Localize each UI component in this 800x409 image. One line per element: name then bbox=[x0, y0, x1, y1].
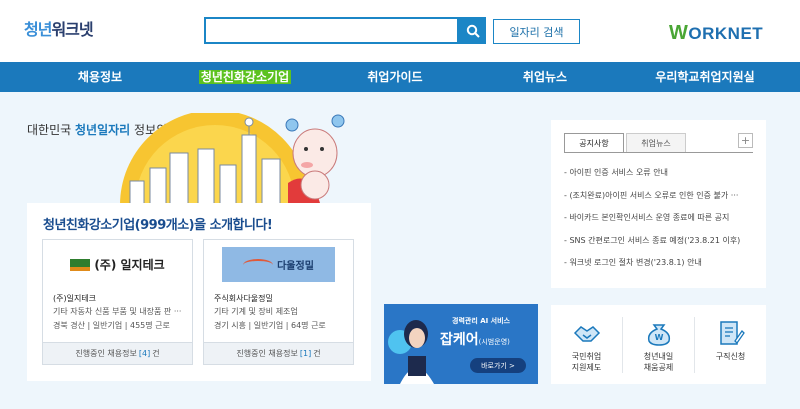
banner-go-button[interactable]: 바로가기 > bbox=[470, 358, 526, 373]
company-name: (주)일지테크 bbox=[53, 294, 97, 303]
worknet-logo[interactable]: WORKNET bbox=[669, 22, 763, 45]
company-logo-text: (주) 일지테크 bbox=[94, 258, 165, 272]
banner-title-text: 잡케어 bbox=[440, 332, 479, 348]
nav-item-label: 채용정보 bbox=[77, 70, 123, 84]
nav-item-label: 우리학교취업지원실 bbox=[655, 70, 755, 84]
company-industry: 기타 기계 및 장비 제조업 bbox=[214, 307, 298, 316]
search-button[interactable] bbox=[459, 17, 486, 44]
job-count: [1] bbox=[299, 349, 312, 358]
notice-item-text: SNS 간편로그인 서비스 종료 예정('23.8.21 이후) bbox=[569, 236, 741, 245]
notice-item[interactable]: - 아이핀 인증 서비스 오류 안내 bbox=[564, 167, 756, 178]
tab-job-news[interactable]: 취업뉴스 bbox=[626, 133, 686, 153]
company-meta: 경북 경산 | 일반기업 | 455명 근로 bbox=[53, 321, 170, 330]
tab-divider bbox=[564, 152, 753, 153]
nav-item-jobs[interactable]: 채용정보 bbox=[60, 62, 140, 92]
nav-item-school-support[interactable]: 우리학교취업지원실 bbox=[630, 62, 780, 92]
search-icon bbox=[466, 24, 480, 38]
banner-subtitle: 경력관리 AI 서비스 bbox=[452, 317, 510, 325]
banner-title-note: (시범운영) bbox=[478, 338, 510, 346]
quick-item-label: 국민취업 지원제도 bbox=[571, 352, 602, 372]
logo-mark-icon bbox=[70, 258, 91, 271]
logo-wave-icon bbox=[243, 258, 274, 271]
site-logo[interactable]: 청년워크넷 bbox=[24, 16, 94, 40]
handshake-icon bbox=[573, 326, 601, 342]
company-card-ilji[interactable]: (주) 일지테크 (주)일지테크 기타 자동차 신품 부품 및 내장품 판 ··… bbox=[42, 239, 193, 365]
svg-text:W: W bbox=[655, 333, 664, 342]
nav-item-news[interactable]: 취업뉴스 bbox=[500, 62, 590, 92]
company-intro-panel: 청년친화강소기업(999개소)을 소개합니다! (주) 일지테크 (주)일지테크… bbox=[27, 203, 371, 381]
job-search-button[interactable]: 일자리 검색 bbox=[493, 19, 580, 44]
money-pouch-icon: W bbox=[647, 324, 671, 346]
notice-item-text: 워크넷 로그인 절차 변경('23.8.1) 안내 bbox=[569, 258, 702, 267]
more-button[interactable]: + bbox=[738, 133, 753, 148]
header: 청년워크넷 일자리 검색 WORKNET bbox=[0, 0, 800, 62]
notice-item-text: (조치완료)아이핀 서비스 오류로 인한 인증 불가 ··· bbox=[569, 191, 739, 200]
quick-item-employment-support[interactable]: 국민취업 지원제도 bbox=[551, 305, 622, 384]
document-pen-icon bbox=[720, 321, 745, 345]
main-nav: 채용정보 청년친화강소기업 취업가이드 취업뉴스 우리학교취업지원실 bbox=[0, 62, 800, 92]
footer-label: 진행중인 채용정보 bbox=[75, 349, 137, 358]
company-name: 주식회사다울정밀 bbox=[214, 294, 273, 303]
notice-item[interactable]: - SNS 간편로그인 서비스 종료 예정('23.8.21 이후) bbox=[564, 235, 756, 246]
quick-item-job-application[interactable]: 구직신청 bbox=[695, 305, 766, 384]
notice-item-text: 아이핀 인증 서비스 오류 안내 bbox=[569, 168, 668, 177]
jobcare-banner[interactable]: 경력관리 AI 서비스 잡케어(시범운영) 바로가기 > bbox=[384, 304, 538, 384]
notice-item-text: 바이카드 본인확인서비스 운영 종료에 따른 공지 bbox=[569, 213, 730, 222]
nav-item-label: 취업가이드 bbox=[367, 70, 423, 84]
logo-part1: 청년 bbox=[24, 20, 52, 39]
nav-item-guide[interactable]: 취업가이드 bbox=[340, 62, 450, 92]
banner-title: 잡케어(시범운영) bbox=[440, 329, 510, 349]
person-illustration bbox=[388, 320, 434, 384]
hero-illustration bbox=[120, 113, 345, 205]
company-logo: 다울정밀 bbox=[204, 240, 353, 289]
search-input[interactable] bbox=[204, 17, 459, 44]
job-count: [4] bbox=[138, 349, 151, 358]
company-logo: (주) 일지테크 bbox=[43, 240, 192, 289]
footer-suffix: 건 bbox=[152, 349, 160, 358]
notice-panel: 공지사항 취업뉴스 + - 아이핀 인증 서비스 오류 안내 - (조치완료)아… bbox=[551, 120, 766, 288]
quick-item-label: 청년내일 채움공제 bbox=[643, 352, 674, 372]
quick-item-label: 구직신청 bbox=[715, 352, 746, 361]
logo-part2: 워크넷 bbox=[51, 20, 93, 39]
quick-menu: 국민취업 지원제도 W 청년내일 채움공제 구직신청 bbox=[551, 305, 766, 384]
notice-item[interactable]: - (조치완료)아이핀 서비스 오류로 인한 인증 불가 ··· bbox=[564, 190, 756, 201]
worknet-logo-w: W bbox=[669, 22, 689, 44]
notice-item[interactable]: - 워크넷 로그인 절차 변경('23.8.1) 안내 bbox=[564, 257, 756, 268]
card-footer[interactable]: 진행중인 채용정보 [4] 건 bbox=[43, 342, 192, 364]
footer-label: 진행중인 채용정보 bbox=[236, 349, 298, 358]
footer-suffix: 건 bbox=[313, 349, 321, 358]
hero-text-prefix: 대한민국 bbox=[27, 123, 72, 137]
nav-item-companies[interactable]: 청년친화강소기업 bbox=[180, 62, 310, 92]
company-logo-text: 다울정밀 bbox=[277, 261, 314, 272]
company-meta: 경기 시흥 | 일반기업 | 64명 근로 bbox=[214, 321, 326, 330]
worknet-logo-text: ORKNET bbox=[688, 24, 764, 43]
tab-notices[interactable]: 공지사항 bbox=[564, 133, 624, 153]
nav-item-label: 취업뉴스 bbox=[522, 70, 568, 84]
nav-item-label: 청년친화강소기업 bbox=[198, 70, 292, 84]
notice-item[interactable]: - 바이카드 본인확인서비스 운영 종료에 따른 공지 bbox=[564, 212, 756, 223]
card-footer[interactable]: 진행중인 채용정보 [1] 건 bbox=[204, 342, 353, 364]
company-card-daul[interactable]: 다울정밀 주식회사다울정밀 기타 기계 및 장비 제조업 경기 시흥 | 일반기… bbox=[203, 239, 354, 365]
quick-item-youth-savings[interactable]: W 청년내일 채움공제 bbox=[623, 305, 694, 384]
company-industry: 기타 자동차 신품 부품 및 내장품 판 ··· bbox=[53, 307, 182, 316]
intro-title: 청년친화강소기업(999개소)을 소개합니다! bbox=[43, 218, 273, 233]
